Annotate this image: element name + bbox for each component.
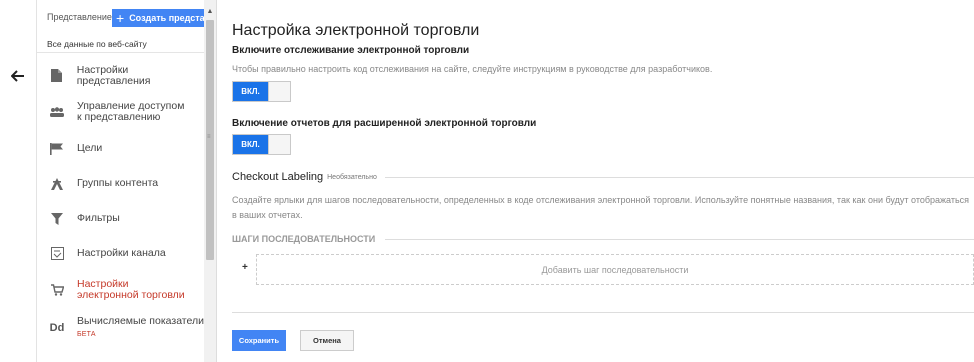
beta-badge: БЕТА	[77, 331, 96, 338]
add-funnel-step-button[interactable]: Добавить шаг последовательности	[256, 254, 974, 285]
plus-icon: +	[116, 10, 125, 26]
nav-item-label: Настройки канала	[77, 247, 166, 259]
nav-item-label-wrap: Вычисляемые показатели БЕТА	[77, 316, 204, 340]
cancel-button[interactable]: Отмена	[300, 330, 354, 351]
cart-icon	[37, 284, 77, 296]
nav-divider	[37, 52, 204, 53]
nav-item-label: Настройки электронной торговли	[77, 278, 185, 301]
scroll-up-arrow-icon[interactable]: ▲	[204, 7, 216, 17]
checkout-labeling-description: Создайте ярлыки для шагов последовательн…	[232, 195, 970, 220]
checkout-labeling-header: Checkout Labeling Необязательно	[232, 170, 974, 184]
app-root: Представление + Создать представ Все дан…	[0, 0, 974, 362]
nav-item-label: Группы контента	[77, 177, 159, 189]
create-view-button[interactable]: + Создать представ	[112, 9, 205, 27]
funnel-steps-header: ШАГИ ПОСЛЕДОВАТЕЛЬНОСТИ	[232, 233, 974, 245]
nav-item-label: Управление доступом к представлению	[77, 100, 185, 123]
flag-icon	[37, 142, 77, 155]
filter-icon	[37, 212, 77, 225]
nav-item-label: Вычисляемые показатели	[77, 315, 204, 327]
toggle-knob	[268, 82, 290, 101]
nav-item-channel-settings[interactable]: Настройки канала	[37, 236, 204, 271]
nav-item-label: Фильтры	[77, 212, 120, 224]
nav-item-filters[interactable]: Фильтры	[37, 201, 204, 236]
optional-label: Необязательно	[327, 173, 377, 181]
add-step-plus-icon[interactable]: +	[242, 262, 248, 273]
save-button[interactable]: Сохранить	[232, 330, 286, 351]
toggle-on-label: ВКЛ.	[233, 82, 268, 101]
toggle-knob	[268, 135, 290, 154]
nav-item-ecommerce-settings[interactable]: Настройки электронной торговли	[37, 271, 204, 309]
funnel-steps-title: ШАГИ ПОСЛЕДОВАТЕЛЬНОСТИ	[232, 234, 376, 244]
section-divider	[384, 176, 974, 178]
main-content: Настройка электронной торговли Включите …	[232, 0, 974, 362]
tracking-section-title: Включите отслеживание электронной торгов…	[232, 45, 470, 56]
create-view-label: Создать представ	[129, 13, 205, 23]
nav-scrollbar[interactable]: ▲ ≡	[204, 0, 216, 362]
enhanced-ecommerce-toggle[interactable]: ВКЛ.	[232, 134, 291, 155]
nav-item-label: Цели	[77, 142, 103, 154]
nav-item-view-settings[interactable]: Настройки представления	[37, 58, 204, 93]
ecommerce-tracking-toggle[interactable]: ВКЛ.	[232, 81, 291, 102]
scrollbar-grip-icon: ≡	[207, 134, 211, 140]
section-divider	[385, 238, 974, 240]
panel-divider	[216, 0, 217, 362]
footer-divider	[232, 312, 974, 313]
document-icon	[37, 69, 77, 82]
calculated-metrics-icon: Dd	[49, 322, 65, 334]
nav-item-calculated-metrics[interactable]: Dd Вычисляемые показатели БЕТА	[37, 309, 204, 347]
users-icon	[37, 107, 77, 117]
view-label: Представление	[47, 12, 112, 22]
nav-item-goals[interactable]: Цели	[37, 131, 204, 166]
tracking-description: Чтобы правильно настроить код отслеживан…	[232, 64, 713, 74]
enhanced-section-title: Включение отчетов для расширенной электр…	[232, 118, 537, 129]
nav-item-access-management[interactable]: Управление доступом к представлению	[37, 93, 204, 131]
content-group-icon	[37, 177, 77, 190]
current-view-selector[interactable]: Все данные по веб-сайту	[47, 39, 147, 49]
page-title: Настройка электронной торговли	[232, 22, 480, 39]
back-arrow-icon[interactable]	[7, 66, 29, 86]
checkout-labeling-title: Checkout Labeling	[232, 171, 324, 183]
channel-settings-icon	[37, 247, 77, 260]
nav-item-content-groups[interactable]: Группы контента	[37, 166, 204, 201]
nav-item-label: Настройки представления	[76, 63, 151, 87]
toggle-on-label: ВКЛ.	[233, 135, 268, 154]
view-nav-panel: Представление + Создать представ Все дан…	[37, 0, 205, 362]
left-rail	[0, 0, 36, 362]
nav-list: Настройки представления Управление досту…	[37, 58, 204, 347]
